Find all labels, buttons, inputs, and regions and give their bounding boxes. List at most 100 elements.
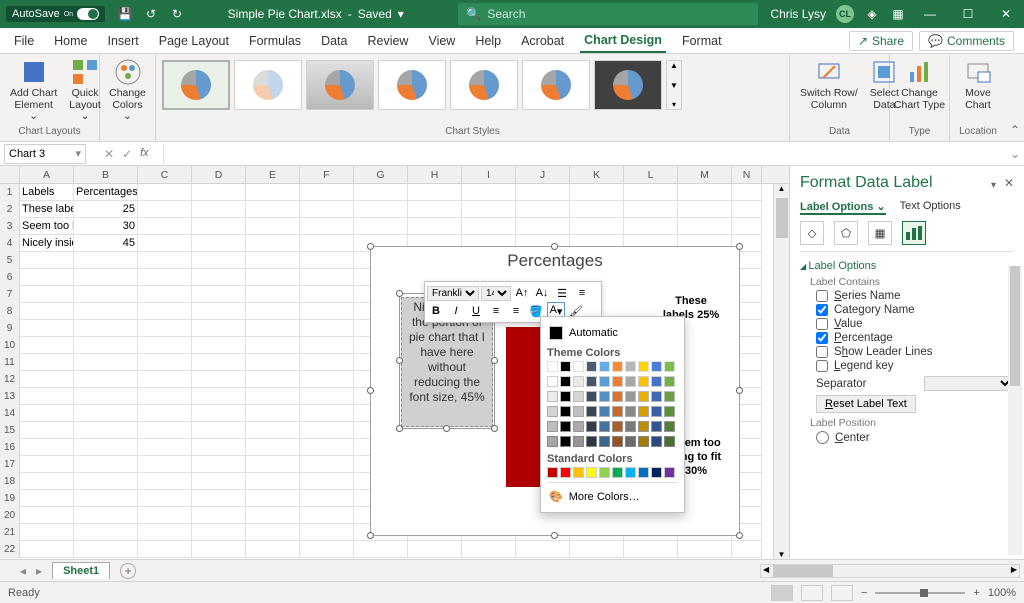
- cell[interactable]: [246, 422, 300, 439]
- color-swatch[interactable]: [547, 436, 558, 447]
- search-input[interactable]: 🔍 Search: [458, 3, 758, 25]
- text-options-tab[interactable]: Text Options: [900, 200, 961, 215]
- cell[interactable]: [300, 320, 354, 337]
- color-swatch[interactable]: [560, 391, 571, 402]
- cell[interactable]: [570, 218, 624, 235]
- pane-scrollbar[interactable]: [1008, 266, 1022, 555]
- cell[interactable]: 45: [74, 235, 138, 252]
- cell[interactable]: [246, 269, 300, 286]
- color-swatch[interactable]: [547, 391, 558, 402]
- color-swatch[interactable]: [560, 361, 571, 372]
- color-swatch[interactable]: [625, 467, 636, 478]
- cell[interactable]: [246, 184, 300, 201]
- cell[interactable]: [74, 303, 138, 320]
- col-E[interactable]: E: [246, 166, 300, 184]
- color-swatch[interactable]: [625, 376, 636, 387]
- col-C[interactable]: C: [138, 166, 192, 184]
- cell[interactable]: [192, 456, 246, 473]
- col-M[interactable]: M: [678, 166, 732, 184]
- quick-layout-button[interactable]: Quick Layout⌄: [65, 56, 105, 125]
- cell[interactable]: 25: [74, 201, 138, 218]
- color-swatch[interactable]: [599, 467, 610, 478]
- grow-font-icon[interactable]: A↑: [513, 284, 531, 302]
- pane-close-button[interactable]: ✕: [1004, 176, 1014, 190]
- row-header[interactable]: 4: [0, 235, 20, 252]
- color-swatch[interactable]: [651, 467, 662, 478]
- row-header[interactable]: 5: [0, 252, 20, 269]
- color-swatch[interactable]: [547, 361, 558, 372]
- cell[interactable]: [192, 269, 246, 286]
- zoom-out-icon[interactable]: −: [861, 587, 867, 599]
- cell[interactable]: [516, 201, 570, 218]
- tab-view[interactable]: View: [424, 30, 459, 52]
- cell[interactable]: [246, 371, 300, 388]
- col-K[interactable]: K: [570, 166, 624, 184]
- color-swatch[interactable]: [651, 376, 662, 387]
- color-swatch[interactable]: [612, 361, 623, 372]
- user-name[interactable]: Chris Lysy: [770, 7, 826, 21]
- view-normal-icon[interactable]: [771, 585, 793, 601]
- row-header[interactable]: 6: [0, 269, 20, 286]
- color-swatch[interactable]: [664, 421, 675, 432]
- color-swatch[interactable]: [573, 421, 584, 432]
- italic-icon[interactable]: I: [447, 302, 465, 320]
- color-swatch[interactable]: [560, 467, 571, 478]
- cell[interactable]: [138, 371, 192, 388]
- minimize-button[interactable]: —: [916, 0, 944, 28]
- color-swatch[interactable]: [586, 436, 597, 447]
- cell[interactable]: [20, 320, 74, 337]
- fx-icon[interactable]: fx: [140, 147, 149, 161]
- cell[interactable]: [678, 218, 732, 235]
- color-swatch[interactable]: [560, 376, 571, 387]
- color-swatch[interactable]: [625, 391, 636, 402]
- color-swatch[interactable]: [573, 467, 584, 478]
- cell[interactable]: [192, 388, 246, 405]
- resize-handle[interactable]: [367, 387, 374, 394]
- cell[interactable]: [462, 201, 516, 218]
- cell[interactable]: [192, 286, 246, 303]
- cell[interactable]: [20, 252, 74, 269]
- cell[interactable]: [138, 286, 192, 303]
- cell[interactable]: [138, 354, 192, 371]
- cell[interactable]: [300, 405, 354, 422]
- cell[interactable]: [138, 473, 192, 490]
- row-header[interactable]: 2: [0, 201, 20, 218]
- cell[interactable]: [408, 218, 462, 235]
- cell[interactable]: [732, 184, 762, 201]
- col-B[interactable]: B: [74, 166, 138, 184]
- cell[interactable]: [678, 201, 732, 218]
- cell[interactable]: [138, 252, 192, 269]
- cell[interactable]: [192, 490, 246, 507]
- style-thumb-1[interactable]: [162, 60, 230, 110]
- cell[interactable]: [192, 405, 246, 422]
- name-box[interactable]: Chart 3▾: [4, 144, 86, 164]
- cell[interactable]: [74, 252, 138, 269]
- cell[interactable]: Nicely insid: [20, 235, 74, 252]
- cell[interactable]: [74, 371, 138, 388]
- cell[interactable]: [20, 286, 74, 303]
- cell[interactable]: Seem too l: [20, 218, 74, 235]
- cell[interactable]: [624, 184, 678, 201]
- cell[interactable]: [192, 422, 246, 439]
- cell[interactable]: [20, 439, 74, 456]
- save-icon[interactable]: 💾: [117, 6, 133, 22]
- resize-handle[interactable]: [736, 243, 743, 250]
- cell[interactable]: [624, 541, 678, 558]
- cell[interactable]: [192, 218, 246, 235]
- row-header[interactable]: 3: [0, 218, 20, 235]
- color-swatch[interactable]: [612, 406, 623, 417]
- color-swatch[interactable]: [651, 406, 662, 417]
- cell[interactable]: [138, 490, 192, 507]
- indent-icon[interactable]: ≡: [573, 284, 591, 302]
- resize-handle[interactable]: [367, 532, 374, 539]
- tab-data[interactable]: Data: [317, 30, 351, 52]
- color-swatch[interactable]: [599, 391, 610, 402]
- radio-center[interactable]: Center: [816, 431, 1014, 444]
- section-label-options[interactable]: Label Options: [800, 260, 1014, 272]
- checkbox-leader-lines[interactable]: Show Leader Lines: [816, 346, 1014, 358]
- cell[interactable]: [20, 507, 74, 524]
- color-swatch[interactable]: [625, 436, 636, 447]
- cell[interactable]: [624, 201, 678, 218]
- cell[interactable]: These labe: [20, 201, 74, 218]
- cell[interactable]: [678, 541, 732, 558]
